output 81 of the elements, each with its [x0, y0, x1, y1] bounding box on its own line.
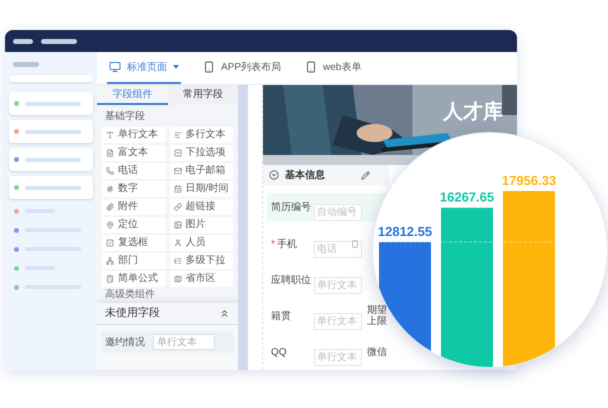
field-component-button[interactable]: 数字 [102, 181, 166, 197]
field-component-button[interactable]: 超链接 [170, 199, 233, 215]
phone-icon [203, 61, 215, 73]
page-tab[interactable]: APP列表布局 [201, 52, 284, 84]
input-field[interactable]: 单行文本 [314, 276, 362, 294]
banner-title: 人才库 [443, 100, 503, 125]
section-title: 高级类组件 [105, 289, 156, 301]
image-icon [174, 221, 182, 229]
panel-header[interactable]: 未使用字段 [97, 303, 238, 325]
paragraph-icon [174, 131, 182, 139]
bar-value-label: 12812.55 [378, 224, 432, 239]
field-component-button[interactable]: 电子邮箱 [170, 163, 233, 179]
section-title: 基础字段 [105, 110, 146, 124]
field-label: 微信 [367, 346, 387, 358]
placeholder-bar [25, 186, 81, 190]
page-tab[interactable]: web表单 [303, 52, 364, 84]
input-field[interactable]: 单行文本 [314, 312, 362, 330]
map-icon [174, 275, 182, 283]
field-component-button[interactable]: 多级下拉 [170, 253, 233, 269]
field-component-button[interactable]: 省市区 [170, 271, 233, 287]
field-label: * 手机 [271, 238, 298, 250]
field-component-button[interactable]: 日期/时间 [170, 181, 233, 197]
user-icon [174, 239, 182, 247]
input-field[interactable]: 单行文本 [153, 334, 215, 350]
bar-value-label: 17956.33 [502, 173, 556, 188]
paperclip-icon [106, 203, 114, 211]
field-component-button[interactable]: 多行文本 [170, 127, 233, 143]
field-component-button[interactable]: 附件 [102, 199, 166, 215]
calendar-icon [174, 185, 182, 193]
placeholder-bar [25, 130, 81, 134]
field-component-button[interactable]: 简单公式 [102, 271, 166, 287]
field-label: 期望上限 [367, 305, 387, 327]
phone-icon [305, 61, 318, 73]
hash-icon [106, 185, 114, 193]
edit-icon[interactable] [361, 170, 370, 180]
mail-icon [174, 167, 182, 175]
section-header[interactable]: 基本信息 [263, 165, 389, 185]
placeholder-bar [13, 62, 39, 67]
checkbox-icon [106, 239, 114, 247]
sidebar-card[interactable] [9, 120, 93, 143]
field-component-button[interactable]: 复选框 [102, 235, 166, 251]
phone-field[interactable]: 电话 [314, 240, 362, 258]
placeholder-bar [25, 158, 81, 162]
field-component-button[interactable]: 图片 [170, 217, 233, 233]
sidebar-card[interactable] [9, 148, 93, 171]
placeholder-bar [13, 38, 33, 44]
collapse-icon[interactable] [219, 308, 230, 319]
placeholder-bar [25, 102, 81, 106]
field-component-button[interactable]: 富文本 [102, 145, 166, 161]
panel-title: 未使用字段 [105, 306, 160, 322]
monitor-icon [109, 61, 121, 73]
field-component-button[interactable]: 定位 [102, 217, 166, 233]
field-component-button[interactable]: 电话 [102, 163, 166, 179]
field-label: QQ [271, 346, 288, 358]
field-label: 邀约情况 [105, 336, 145, 350]
field-label: 籍贯 [271, 310, 292, 322]
list-tree-icon [174, 257, 182, 265]
bar-value-label: 16267.65 [440, 190, 494, 205]
phone-icon [106, 167, 114, 175]
section-title: 基本信息 [285, 168, 325, 182]
input-field[interactable]: 自动编号 [314, 204, 362, 220]
placeholder-bar [41, 38, 77, 44]
sidebar-card[interactable] [9, 176, 93, 199]
map-pin-icon [106, 221, 114, 229]
field-component-button[interactable]: 下拉选项 [170, 145, 233, 161]
sidebar-card[interactable] [9, 92, 93, 115]
field-component-button[interactable]: 单行文本 [102, 127, 166, 143]
splitter-bar[interactable] [238, 85, 248, 370]
input-field[interactable]: 单行文本 [314, 348, 362, 366]
field-component-button[interactable]: 部门 [102, 253, 166, 269]
link-icon [174, 203, 182, 211]
document-icon [106, 149, 114, 157]
calculator-icon [106, 275, 114, 283]
phone-icon [351, 240, 359, 248]
network-icon [106, 257, 114, 265]
field-label: 简历编号 [271, 202, 311, 212]
panel-tab[interactable]: 常用字段 [168, 85, 238, 105]
dropdown-icon [174, 149, 182, 157]
field-label: 应聘职位 [271, 274, 311, 286]
text-icon [106, 131, 114, 139]
field-component-button[interactable]: 人员 [170, 235, 233, 251]
